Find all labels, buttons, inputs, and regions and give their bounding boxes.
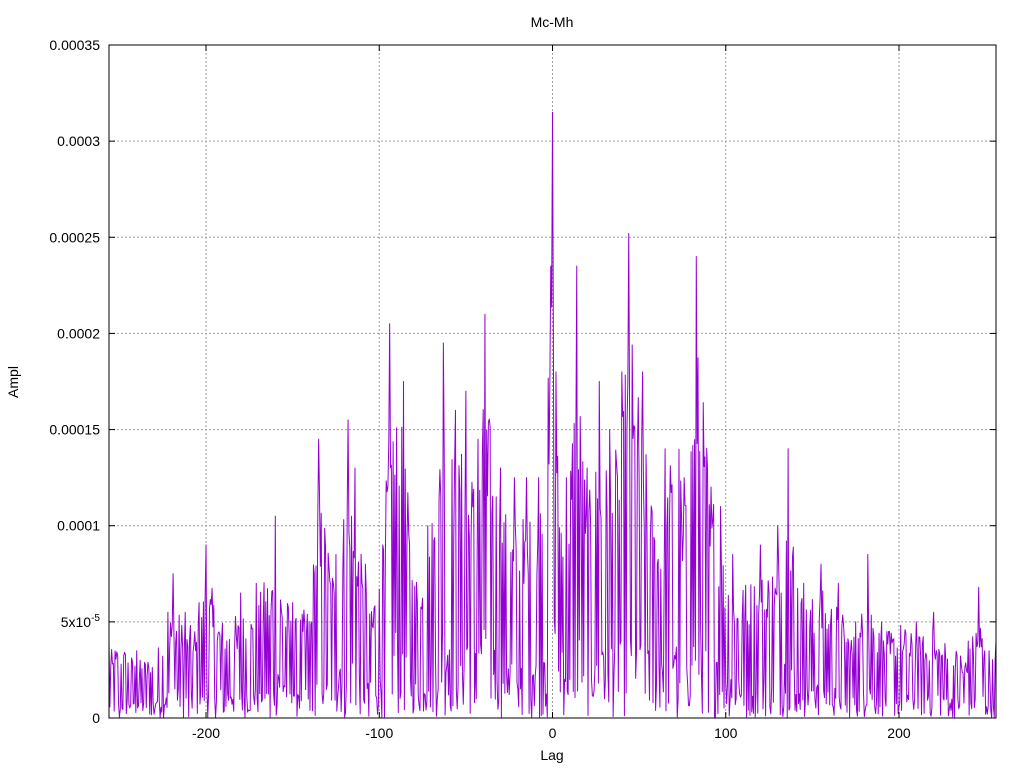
x-tick-label: 200 bbox=[887, 725, 911, 741]
x-tick-label: -100 bbox=[365, 725, 393, 741]
y-tick-label-base: 5x10 bbox=[61, 614, 92, 630]
x-axis-label: Lag bbox=[540, 747, 563, 763]
y-tick-label: 0.0001 bbox=[57, 518, 100, 534]
y-tick-label: 0.0003 bbox=[57, 133, 100, 149]
y-tick-label: 0.00035 bbox=[49, 37, 100, 53]
y-tick-label: 0.00025 bbox=[49, 229, 100, 245]
y-tick-label: 0.0002 bbox=[57, 325, 100, 341]
x-tick-label: 100 bbox=[714, 725, 738, 741]
y-tick-label: 0 bbox=[92, 710, 100, 726]
x-tick-label: -200 bbox=[192, 725, 220, 741]
chart-title: Mc-Mh bbox=[531, 14, 574, 30]
y-axis-label: Ampl bbox=[5, 366, 21, 398]
y-tick-label-exponent: -5 bbox=[91, 613, 100, 624]
line-chart: -200 -100 0 100 200 0 5x10-5 0.0001 0.00015 0.00… bbox=[0, 0, 1024, 768]
x-tick-label: 0 bbox=[549, 725, 557, 741]
y-tick-label: 0.00015 bbox=[49, 422, 100, 438]
